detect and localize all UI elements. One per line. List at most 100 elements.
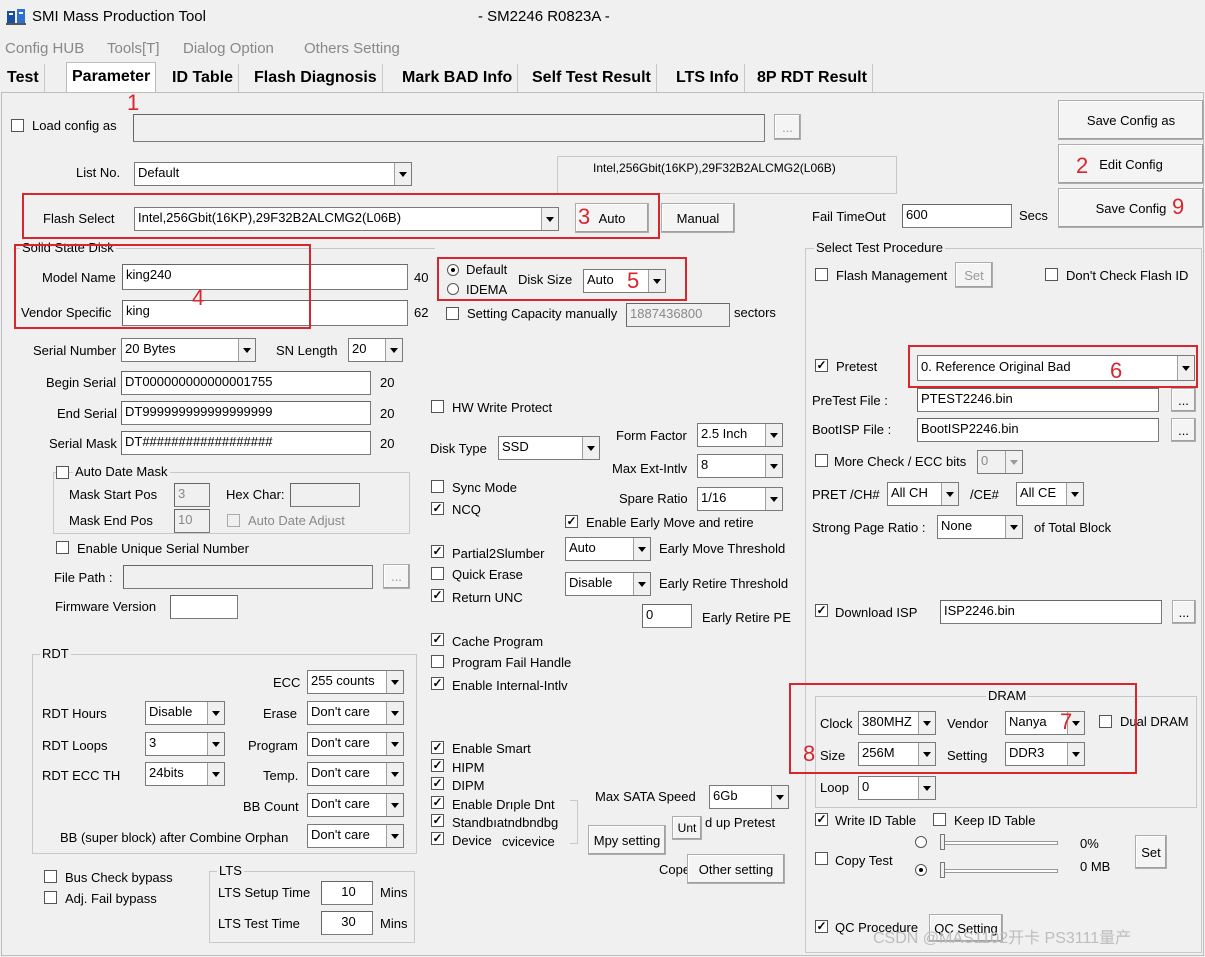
rdt-loops-select[interactable]: 3 (145, 732, 225, 756)
hex-char-input[interactable] (290, 483, 360, 507)
enable-smart-checkbox[interactable]: ✓ (431, 741, 444, 754)
mask-end-pos-input[interactable]: 10 (174, 509, 210, 533)
tab-parameter[interactable]: Parameter (66, 62, 157, 93)
save-config-as-button[interactable]: Save Config as (1058, 100, 1204, 140)
program-fail-handle-checkbox[interactable] (431, 655, 444, 668)
bootisp-file-browse-button[interactable]: ... (1171, 418, 1196, 442)
program-select[interactable]: Don't care (307, 732, 404, 756)
pretest-checkbox[interactable]: ✓ (815, 359, 828, 372)
disk-type-select[interactable]: SSD (498, 436, 600, 460)
setting-capacity-checkbox[interactable] (446, 307, 459, 320)
mpy-setting-button[interactable]: Mpy setting (588, 825, 666, 855)
adj-fail-checkbox[interactable] (44, 891, 57, 904)
hw-write-protect-checkbox[interactable] (431, 400, 444, 413)
menu-others-setting[interactable]: Others Setting (304, 41, 400, 57)
rdt-ecc-th-select[interactable]: 24bits (145, 762, 225, 786)
dont-check-flash-id-checkbox[interactable] (1045, 268, 1058, 281)
sn-length-select[interactable]: 20 (348, 338, 403, 362)
pretest-file-browse-button[interactable]: ... (1171, 388, 1196, 412)
tab-lts-info[interactable]: LTS Info (671, 64, 745, 92)
copy-percent-slider[interactable] (940, 841, 1058, 845)
loop-select[interactable]: 0 (858, 776, 936, 800)
copy-percent-slider-thumb[interactable] (940, 834, 945, 850)
bb-count-select[interactable]: Don't care (307, 793, 404, 817)
strong-page-ratio-select[interactable]: None (937, 515, 1023, 539)
cache-program-checkbox[interactable]: ✓ (431, 633, 444, 646)
partial2slumber-checkbox[interactable]: ✓ (431, 545, 444, 558)
enable-internal-intlv-checkbox[interactable]: ✓ (431, 677, 444, 690)
begin-serial-input[interactable]: DT000000000000001755 (121, 371, 371, 395)
menu-tools[interactable]: Tools[T] (107, 41, 160, 57)
copy-mb-slider[interactable] (940, 869, 1058, 873)
early-move-retire-checkbox[interactable]: ✓ (565, 515, 578, 528)
tab-id-table[interactable]: ID Table (167, 64, 240, 92)
other-setting-button[interactable]: Other setting (687, 854, 785, 884)
mask-start-pos-input[interactable]: 3 (174, 483, 210, 507)
copy-mb-slider-thumb[interactable] (940, 862, 945, 878)
device-checkbox[interactable]: ✓ (431, 832, 444, 845)
serial-number-select[interactable]: 20 Bytes (121, 338, 256, 362)
menu-dialog-option[interactable]: Dialog Option (183, 41, 274, 57)
copy-mb-radio[interactable] (915, 864, 927, 876)
form-factor-select[interactable]: 2.5 Inch (697, 423, 783, 447)
more-check-checkbox[interactable] (815, 454, 828, 467)
temp-select[interactable]: Don't care (307, 762, 404, 786)
end-serial-input[interactable]: DT999999999999999999 (121, 401, 371, 425)
hipm-checkbox[interactable]: ✓ (431, 759, 444, 772)
unt-button[interactable]: Unt (672, 816, 702, 840)
tab-flash-diagnosis[interactable]: Flash Diagnosis (249, 64, 383, 92)
load-config-checkbox[interactable] (11, 119, 24, 132)
rdt-hours-select[interactable]: Disable (145, 701, 225, 725)
enable-unique-serial-checkbox[interactable] (56, 541, 69, 554)
manual-button[interactable]: Manual (661, 203, 735, 233)
file-path-browse-button[interactable]: ... (383, 564, 410, 589)
max-sata-speed-select[interactable]: 6Gb (709, 785, 789, 809)
more-check-select[interactable]: 0 (977, 450, 1023, 474)
load-config-path[interactable] (133, 114, 765, 142)
firmware-version-input[interactable] (170, 595, 238, 619)
list-no-select[interactable]: Default (134, 162, 412, 186)
auto-date-adjust-checkbox[interactable] (227, 514, 240, 527)
file-path-input[interactable] (123, 565, 373, 589)
pret-ch-select[interactable]: All CH (887, 482, 959, 506)
ce-select[interactable]: All CE (1016, 482, 1084, 506)
lts-test-input[interactable]: 30 (321, 911, 373, 935)
download-isp-checkbox[interactable]: ✓ (815, 604, 828, 617)
serial-mask-input[interactable]: DT################## (121, 431, 371, 455)
pretest-file-input[interactable]: PTEST2246.bin (917, 388, 1159, 412)
early-retire-pe-input[interactable]: 0 (642, 604, 692, 628)
flash-management-checkbox[interactable] (815, 268, 828, 281)
menu-config-hub[interactable]: Config HUB (5, 41, 84, 57)
copy-test-checkbox[interactable] (815, 852, 828, 865)
copy-percent-radio[interactable] (915, 836, 927, 848)
isp-file-browse-button[interactable]: ... (1172, 600, 1196, 624)
early-retire-threshold-select[interactable]: Disable (565, 572, 651, 596)
ncq-checkbox[interactable]: ✓ (431, 502, 444, 515)
early-move-threshold-select[interactable]: Auto (565, 537, 651, 561)
lts-setup-input[interactable]: 10 (321, 881, 373, 905)
flash-management-set-button[interactable]: Set (955, 262, 993, 288)
tab-test[interactable]: Test (2, 64, 45, 92)
bb-orphan-select[interactable]: Don't care (307, 824, 404, 848)
spare-ratio-select[interactable]: 1/16 (697, 487, 783, 511)
tab-8p-rdt-result[interactable]: 8P RDT Result (752, 64, 873, 92)
bootisp-file-input[interactable]: BootISP2246.bin (917, 418, 1159, 442)
enable-dripple-checkbox[interactable]: ✓ (431, 796, 444, 809)
write-id-table-checkbox[interactable]: ✓ (815, 813, 828, 826)
tab-self-test-result[interactable]: Self Test Result (527, 64, 657, 92)
sync-mode-checkbox[interactable] (431, 480, 444, 493)
fail-timeout-input[interactable]: 600 (902, 204, 1012, 228)
return-unc-checkbox[interactable]: ✓ (431, 589, 444, 602)
dipm-checkbox[interactable]: ✓ (431, 777, 444, 790)
tab-mark-bad-info[interactable]: Mark BAD Info (397, 64, 519, 92)
qc-procedure-checkbox[interactable]: ✓ (815, 920, 828, 933)
keep-id-table-checkbox[interactable] (933, 813, 946, 826)
bus-check-checkbox[interactable] (44, 870, 57, 883)
capacity-input[interactable]: 1887436800 (626, 303, 730, 327)
isp-file-input[interactable]: ISP2246.bin (940, 600, 1162, 624)
max-ext-intlv-select[interactable]: 8 (697, 454, 783, 478)
erase-select[interactable]: Don't care (307, 701, 404, 725)
load-config-browse-button[interactable]: ... (774, 114, 801, 140)
standby-checkbox[interactable]: ✓ (431, 814, 444, 827)
quick-erase-checkbox[interactable] (431, 567, 444, 580)
